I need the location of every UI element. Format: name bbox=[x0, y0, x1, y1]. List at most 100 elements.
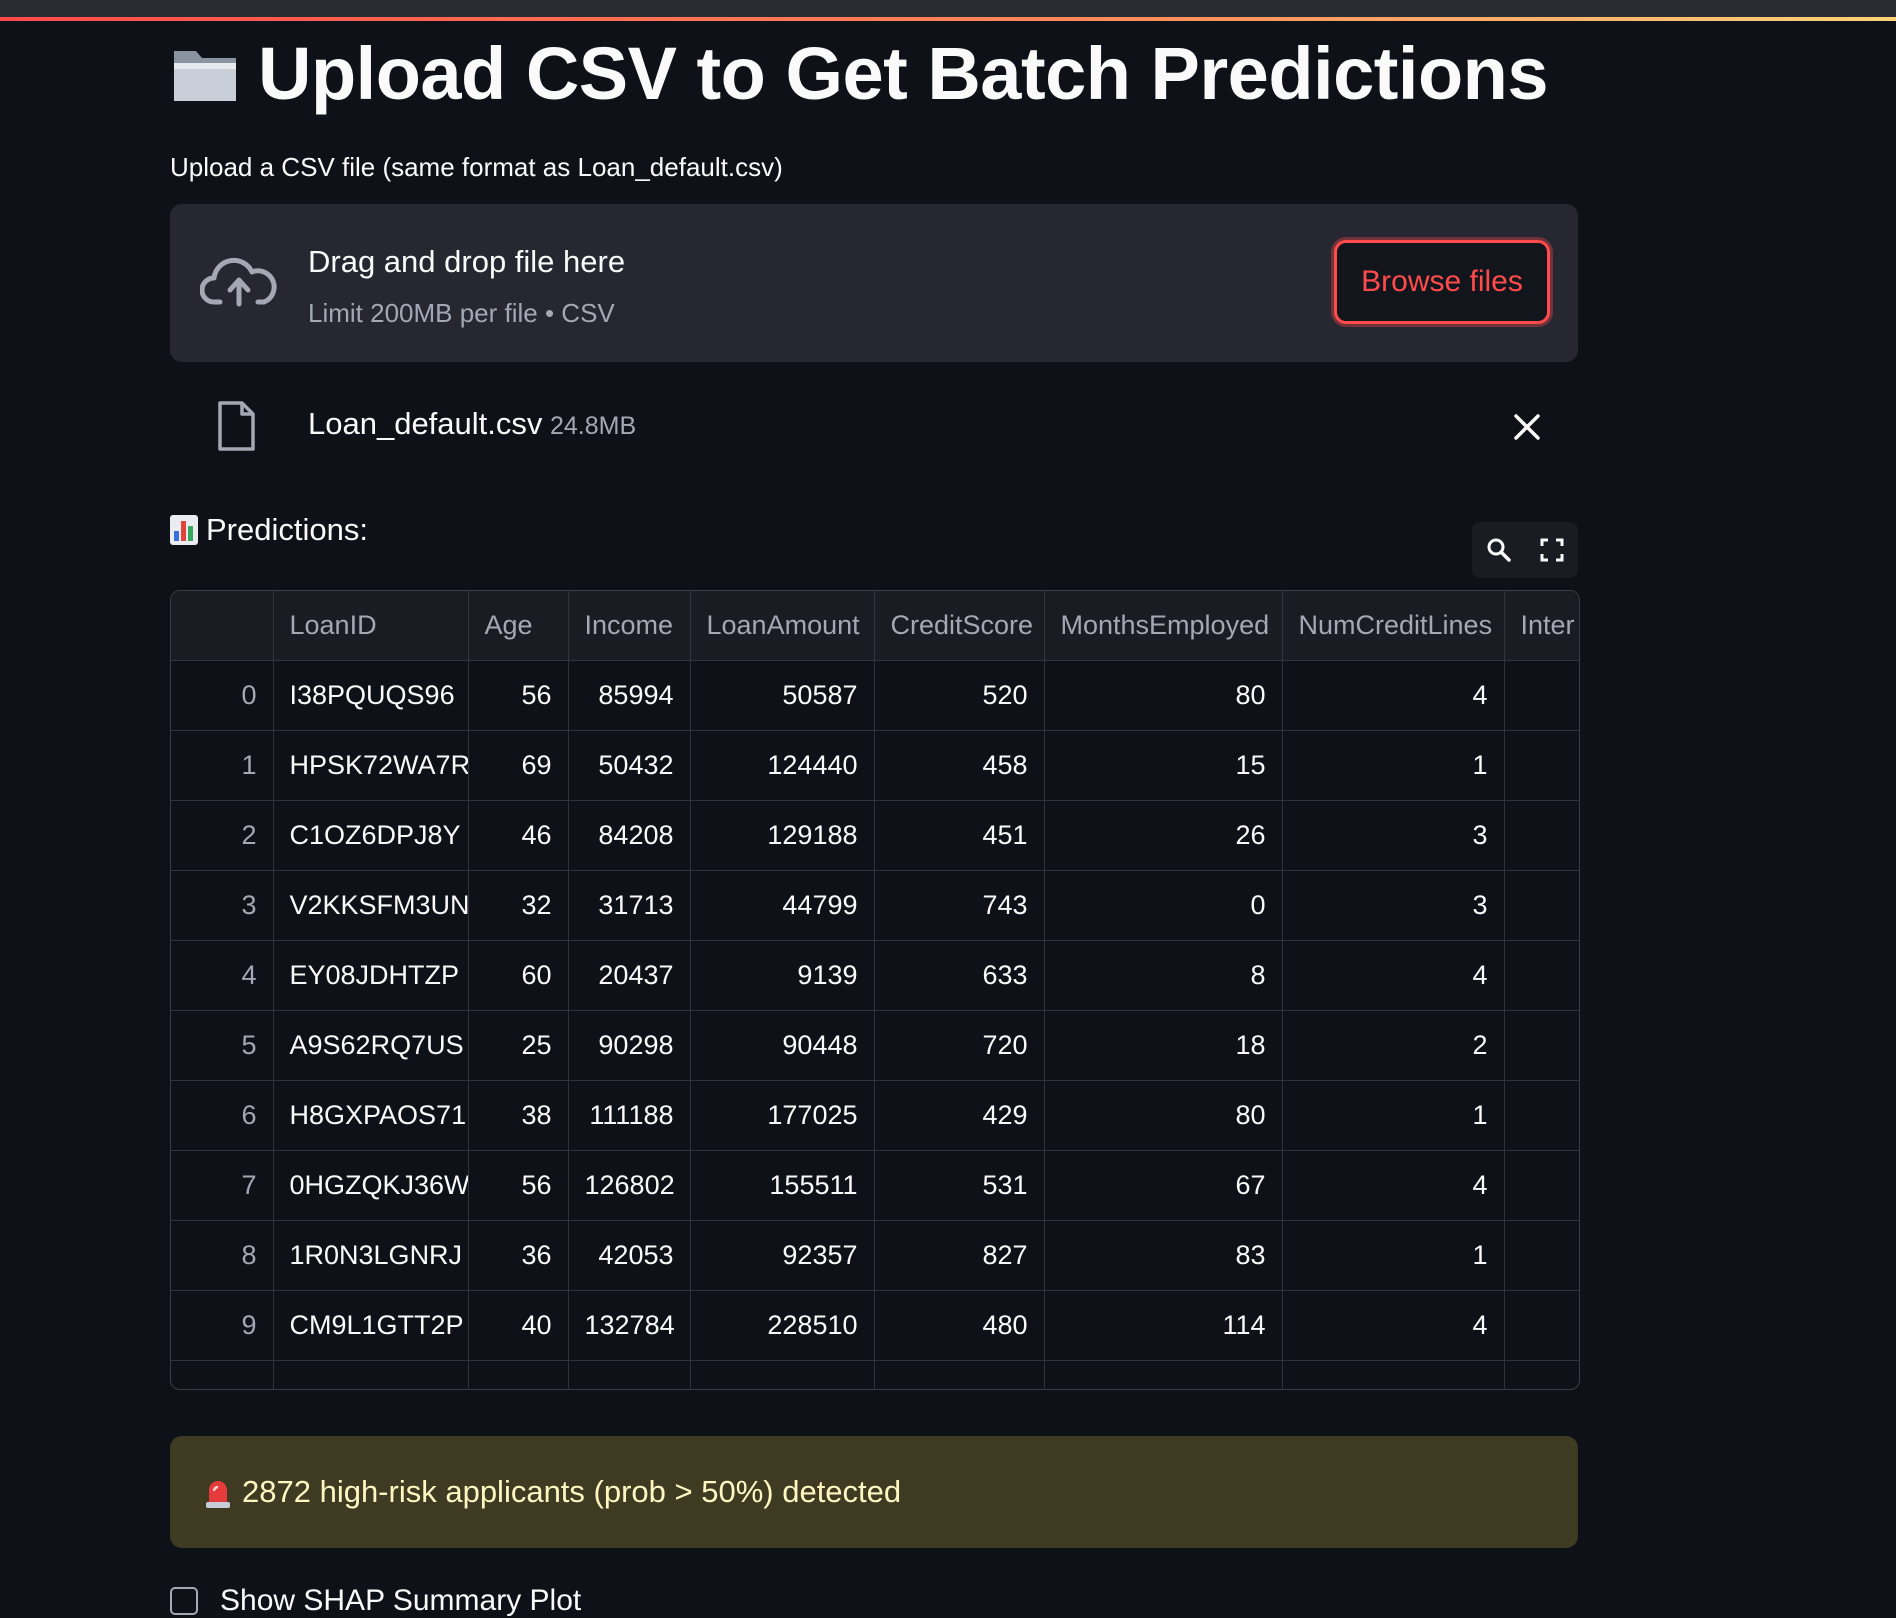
table-row[interactable]: 5 A9S62RQ7US 25 90298 90448 720 18 2 bbox=[171, 1010, 1579, 1081]
column-header[interactable]: LoanAmount bbox=[690, 591, 875, 661]
table-cell[interactable]: 83 bbox=[1044, 1220, 1283, 1291]
table-cell[interactable]: 9 bbox=[171, 1290, 274, 1361]
table-row[interactable]: 9 CM9L1GTT2P 40 132784 228510 480 114 4 bbox=[171, 1290, 1579, 1361]
table-cell[interactable] bbox=[1504, 1220, 1579, 1291]
table-cell[interactable]: EY08JDHTZP bbox=[273, 940, 469, 1011]
table-cell[interactable]: 114 bbox=[1044, 1290, 1283, 1361]
column-header[interactable]: LoanID bbox=[273, 591, 469, 661]
column-header[interactable]: Income bbox=[568, 591, 691, 661]
table-cell[interactable]: 743 bbox=[874, 870, 1045, 941]
table-cell[interactable] bbox=[1504, 800, 1579, 871]
table-cell[interactable]: V2KKSFM3UN bbox=[273, 870, 469, 941]
table-row[interactable]: 4 EY08JDHTZP 60 20437 9139 633 8 4 bbox=[171, 940, 1579, 1011]
table-cell[interactable]: 84208 bbox=[568, 800, 691, 871]
table-cell[interactable]: 0 bbox=[171, 660, 274, 731]
table-row[interactable]: 7 0HGZQKJ36W 56 126802 155511 531 67 4 bbox=[171, 1150, 1579, 1221]
table-cell[interactable]: 80 bbox=[1044, 1080, 1283, 1151]
table-cell[interactable]: 228510 bbox=[690, 1290, 875, 1361]
table-cell[interactable] bbox=[273, 1360, 469, 1389]
table-cell[interactable]: 4 bbox=[171, 940, 274, 1011]
table-cell[interactable]: 90298 bbox=[568, 1010, 691, 1081]
table-cell[interactable]: 4 bbox=[1282, 1290, 1505, 1361]
table-cell[interactable]: 1 bbox=[1282, 1220, 1505, 1291]
table-cell[interactable]: 129188 bbox=[690, 800, 875, 871]
table-cell[interactable] bbox=[171, 1360, 274, 1389]
table-row[interactable]: 3 V2KKSFM3UN 32 31713 44799 743 0 3 bbox=[171, 870, 1579, 941]
table-row[interactable]: 1 HPSK72WA7R 69 50432 124440 458 15 1 bbox=[171, 730, 1579, 801]
table-cell[interactable]: 451 bbox=[874, 800, 1045, 871]
table-cell[interactable] bbox=[1504, 1150, 1579, 1221]
table-cell[interactable]: 40 bbox=[468, 1290, 569, 1361]
table-cell[interactable]: 3 bbox=[1282, 870, 1505, 941]
column-header[interactable]: Inter bbox=[1504, 591, 1579, 661]
shap-checkbox[interactable] bbox=[170, 1587, 198, 1615]
table-cell[interactable]: 42053 bbox=[568, 1220, 691, 1291]
table-cell[interactable]: HPSK72WA7R bbox=[273, 730, 469, 801]
table-cell[interactable]: 4 bbox=[1282, 1150, 1505, 1221]
table-cell[interactable]: 25 bbox=[468, 1010, 569, 1081]
table-cell[interactable]: 46 bbox=[468, 800, 569, 871]
table-cell[interactable]: 69 bbox=[468, 730, 569, 801]
table-cell[interactable] bbox=[1504, 1290, 1579, 1361]
table-cell[interactable]: 1R0N3LGNRJ bbox=[273, 1220, 469, 1291]
column-header[interactable]: Age bbox=[468, 591, 569, 661]
table-cell[interactable] bbox=[1504, 730, 1579, 801]
table-cell[interactable]: 4 bbox=[1282, 660, 1505, 731]
table-cell[interactable]: 56 bbox=[468, 660, 569, 731]
table-cell[interactable]: 3 bbox=[171, 870, 274, 941]
column-header[interactable]: CreditScore bbox=[874, 591, 1045, 661]
table-cell[interactable]: 85994 bbox=[568, 660, 691, 731]
table-cell[interactable]: 32 bbox=[468, 870, 569, 941]
table-cell[interactable]: 1 bbox=[171, 730, 274, 801]
table-row[interactable]: 8 1R0N3LGNRJ 36 42053 92357 827 83 1 bbox=[171, 1220, 1579, 1291]
table-cell[interactable]: 531 bbox=[874, 1150, 1045, 1221]
table-cell[interactable]: 67 bbox=[1044, 1150, 1283, 1221]
table-cell[interactable]: 1 bbox=[1282, 730, 1505, 801]
table-cell[interactable] bbox=[874, 1360, 1045, 1389]
column-header[interactable]: NumCreditLines bbox=[1282, 591, 1505, 661]
table-cell[interactable]: 177025 bbox=[690, 1080, 875, 1151]
table-cell[interactable]: C1OZ6DPJ8Y bbox=[273, 800, 469, 871]
table-cell[interactable]: 6 bbox=[171, 1080, 274, 1151]
table-cell[interactable]: 38 bbox=[468, 1080, 569, 1151]
table-cell[interactable]: I38PQUQS96 bbox=[273, 660, 469, 731]
shap-checkbox-row[interactable]: Show SHAP Summary Plot bbox=[170, 1584, 581, 1618]
table-cell[interactable]: 633 bbox=[874, 940, 1045, 1011]
table-cell[interactable]: 0 bbox=[1044, 870, 1283, 941]
table-cell[interactable]: 2 bbox=[1282, 1010, 1505, 1081]
column-header[interactable]: MonthsEmployed bbox=[1044, 591, 1283, 661]
table-cell[interactable] bbox=[1504, 1080, 1579, 1151]
table-cell[interactable]: 429 bbox=[874, 1080, 1045, 1151]
table-cell[interactable]: 18 bbox=[1044, 1010, 1283, 1081]
browse-files-button[interactable]: Browse files bbox=[1334, 240, 1550, 324]
table-cell[interactable] bbox=[1504, 660, 1579, 731]
table-cell[interactable]: 9139 bbox=[690, 940, 875, 1011]
table-cell[interactable]: 720 bbox=[874, 1010, 1045, 1081]
table-cell[interactable]: 520 bbox=[874, 660, 1045, 731]
table-cell[interactable]: 4 bbox=[1282, 940, 1505, 1011]
table-cell[interactable]: 5 bbox=[171, 1010, 274, 1081]
predictions-table[interactable]: LoanID Age Income LoanAmount CreditScore… bbox=[170, 590, 1580, 1390]
table-cell[interactable]: 111188 bbox=[568, 1080, 691, 1151]
table-cell[interactable]: 480 bbox=[874, 1290, 1045, 1361]
fullscreen-icon[interactable] bbox=[1539, 537, 1565, 563]
table-cell[interactable]: H8GXPAOS71 bbox=[273, 1080, 469, 1151]
table-cell[interactable]: 90448 bbox=[690, 1010, 875, 1081]
table-cell[interactable]: 132784 bbox=[568, 1290, 691, 1361]
table-cell[interactable]: 80 bbox=[1044, 660, 1283, 731]
table-cell[interactable]: 44799 bbox=[690, 870, 875, 941]
table-cell[interactable]: 31713 bbox=[568, 870, 691, 941]
table-cell[interactable]: 56 bbox=[468, 1150, 569, 1221]
table-cell[interactable] bbox=[568, 1360, 691, 1389]
search-icon[interactable] bbox=[1486, 537, 1512, 563]
table-cell[interactable]: 3 bbox=[1282, 800, 1505, 871]
table-cell[interactable] bbox=[1504, 1010, 1579, 1081]
table-cell[interactable]: A9S62RQ7US bbox=[273, 1010, 469, 1081]
table-cell[interactable]: 1 bbox=[1282, 1080, 1505, 1151]
table-cell[interactable] bbox=[1044, 1360, 1283, 1389]
table-cell[interactable]: 50587 bbox=[690, 660, 875, 731]
table-cell[interactable]: 36 bbox=[468, 1220, 569, 1291]
table-cell[interactable] bbox=[1504, 870, 1579, 941]
table-cell[interactable] bbox=[468, 1360, 569, 1389]
table-cell[interactable]: 60 bbox=[468, 940, 569, 1011]
